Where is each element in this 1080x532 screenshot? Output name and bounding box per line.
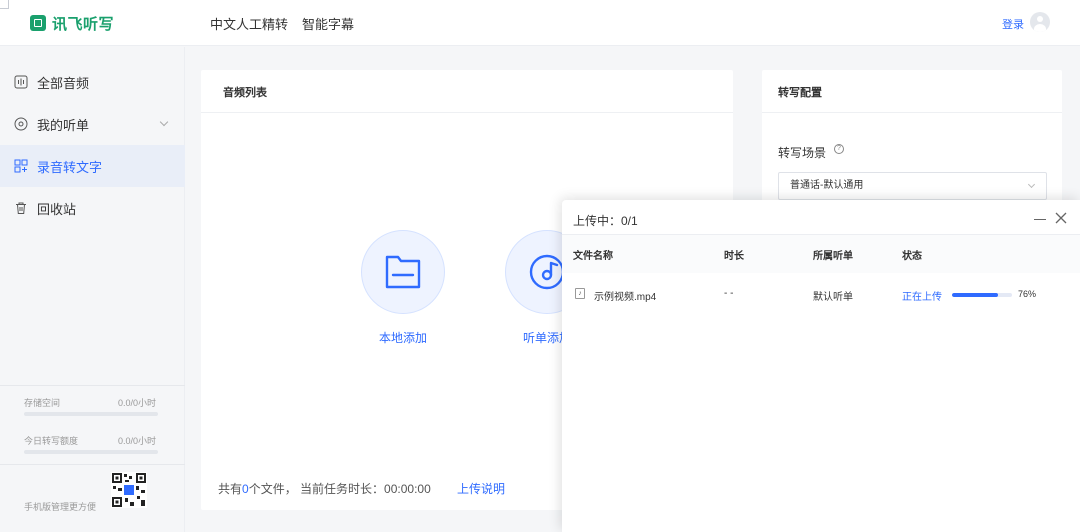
- app-logo[interactable]: 讯飞听写: [30, 12, 114, 34]
- nav-smart-subtitles[interactable]: 智能字幕: [302, 14, 354, 33]
- quota-label: 今日转写额度: [24, 436, 79, 446]
- mobile-promo-text: 手机版管理更方便: [24, 502, 97, 512]
- avatar[interactable]: [1030, 12, 1050, 32]
- nav-human-transcription[interactable]: 中文人工精转: [210, 14, 288, 33]
- col-status: 状态: [902, 251, 922, 262]
- upload-percent: 76%: [1018, 289, 1037, 299]
- sidebar-item-label: 回收站: [37, 201, 77, 217]
- scene-label: 转写场景: [778, 146, 827, 160]
- config-title: 转写配置: [778, 87, 822, 99]
- qr-code-icon[interactable]: [111, 472, 147, 508]
- file-summary: 共有0个文件， 当前任务时长：00:00:00: [218, 480, 431, 497]
- scene-select-value: 普通话-默认通用: [790, 180, 864, 191]
- summary-mid: 个文件， 当前任务时长：: [248, 482, 385, 496]
- sidebar-item-transcribe[interactable]: 录音转文字: [0, 145, 185, 187]
- upload-help-link[interactable]: 上传说明: [457, 480, 505, 497]
- local-add-label[interactable]: 本地添加: [379, 329, 427, 346]
- trash-icon: [16, 202, 26, 214]
- quota-bar: [24, 450, 158, 454]
- storage-label: 存储空间: [24, 398, 61, 408]
- sidebar-item-label: 全部音频: [37, 75, 90, 91]
- storage-value: 0.0/0小时: [117, 398, 156, 408]
- disc-icon: [14, 117, 28, 131]
- task-duration: 00:00:00: [384, 482, 431, 496]
- chevron-down-icon: [159, 117, 169, 127]
- divider: [0, 464, 185, 465]
- sidebar-item-label: 录音转文字: [37, 159, 103, 175]
- sidebar-item-my-lists[interactable]: 我的听单: [0, 103, 185, 145]
- login-link[interactable]: 登录: [1002, 16, 1024, 32]
- folder-icon: [385, 255, 421, 289]
- storage-bar: [24, 412, 158, 416]
- sidebar-item-trash[interactable]: 回收站: [0, 187, 185, 229]
- upload-progress-bar: [952, 293, 1012, 297]
- quota-value: 0.0/0小时: [117, 436, 156, 446]
- close-icon[interactable]: [1054, 211, 1068, 225]
- col-list: 所属听单: [813, 251, 853, 262]
- col-file-name: 文件名称: [573, 251, 613, 262]
- minimize-icon[interactable]: [1034, 219, 1046, 220]
- waveform-icon: [14, 75, 28, 89]
- file-duration: - -: [724, 288, 734, 299]
- table-header: 文件名称 时长 所属听单 状态: [562, 235, 1080, 273]
- table-row[interactable]: ♪ 示例视频.mp4 - - 默认听单 正在上传 76%: [562, 276, 1080, 312]
- chevron-down-icon: [1027, 180, 1036, 189]
- top-bar: 讯飞听写 中文人工精转 智能字幕 登录: [0, 0, 1080, 46]
- logo-text: 讯飞听写: [52, 15, 115, 33]
- upload-status: 正在上传: [902, 292, 942, 303]
- divider: [762, 112, 1062, 113]
- music-file-icon: ♪: [575, 288, 585, 299]
- file-name: 示例视频.mp4: [594, 292, 657, 303]
- top-nav: 中文人工精转 智能字幕: [210, 14, 354, 33]
- panel-title: 音频列表: [223, 87, 267, 99]
- dialog-title: 上传中：0/1: [573, 214, 638, 228]
- help-icon[interactable]: ?: [834, 144, 844, 154]
- window-corner: [0, 0, 9, 9]
- scene-select[interactable]: 普通话-默认通用: [778, 172, 1047, 200]
- sidebar: 全部音频 我的听单 录音转文字 回收站 存储空间 0.0/0小时 今日转写额度 …: [0, 47, 185, 532]
- logo-icon: [30, 15, 46, 31]
- sidebar-item-label: 我的听单: [37, 117, 90, 133]
- transcribe-config-panel: 转写配置 转写场景 ? 普通话-默认通用: [762, 70, 1062, 210]
- upload-progress-fill: [952, 293, 998, 297]
- summary-prefix: 共有: [218, 482, 243, 496]
- upload-progress-dialog: 上传中：0/1 文件名称 时长 所属听单 状态 ♪ 示例视频.mp4 - - 默…: [562, 200, 1080, 532]
- col-duration: 时长: [724, 251, 744, 262]
- file-list: 默认听单: [813, 292, 853, 303]
- sidebar-item-all-audio[interactable]: 全部音频: [0, 61, 185, 103]
- divider: [0, 385, 185, 386]
- local-add-button[interactable]: [361, 230, 445, 314]
- transcribe-icon: [14, 159, 28, 173]
- file-count: 0: [242, 482, 249, 496]
- divider: [201, 112, 733, 113]
